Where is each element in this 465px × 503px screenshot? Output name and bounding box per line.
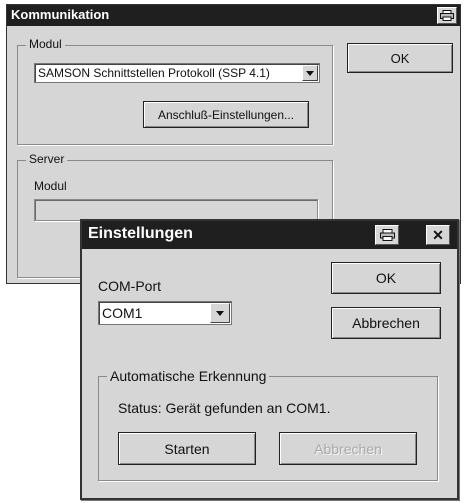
- server-group-legend: Server: [26, 152, 68, 166]
- auto-detect-group: Automatische Erkennung: [98, 368, 438, 481]
- server-modul-label: Modul: [34, 179, 67, 193]
- window-title: Kommunikation: [11, 7, 110, 22]
- ok-button[interactable]: OK: [331, 262, 441, 294]
- com-port-select[interactable]: COM1: [98, 301, 232, 325]
- auto-detect-legend: Automatische Erkennung: [107, 368, 270, 384]
- start-button[interactable]: Starten: [118, 432, 256, 465]
- chevron-down-icon[interactable]: [302, 65, 318, 81]
- dialog-title: Einstellungen: [88, 225, 193, 242]
- printer-icon[interactable]: [437, 7, 457, 24]
- modul-group: Modul: [17, 37, 333, 145]
- kommunikation-titlebar: Kommunikation: [7, 5, 460, 26]
- protocol-select-value: SAMSON Schnittstellen Protokoll (SSP 4.1…: [38, 66, 270, 80]
- ok-button[interactable]: OK: [347, 43, 453, 73]
- com-port-select-value: COM1: [102, 305, 143, 321]
- abort-button[interactable]: Abbrechen: [279, 432, 417, 465]
- cancel-button[interactable]: Abbrechen: [331, 307, 441, 339]
- connection-settings-button[interactable]: Anschluß-Einstellungen...: [143, 101, 309, 128]
- status-text: Status: Gerät gefunden an COM1.: [118, 400, 331, 416]
- einstellungen-titlebar: Einstellungen ✕: [82, 221, 457, 249]
- close-icon[interactable]: ✕: [426, 225, 450, 245]
- server-modul-field: [34, 199, 318, 221]
- protocol-select[interactable]: SAMSON Schnittstellen Protokoll (SSP 4.1…: [34, 63, 320, 83]
- modul-group-legend: Modul: [26, 37, 65, 51]
- chevron-down-icon[interactable]: [210, 303, 230, 323]
- com-port-label: COM-Port: [98, 278, 161, 294]
- einstellungen-dialog: Einstellungen ✕ COM-Port COM1 OK Abbrech…: [80, 219, 459, 500]
- printer-icon[interactable]: [375, 225, 399, 245]
